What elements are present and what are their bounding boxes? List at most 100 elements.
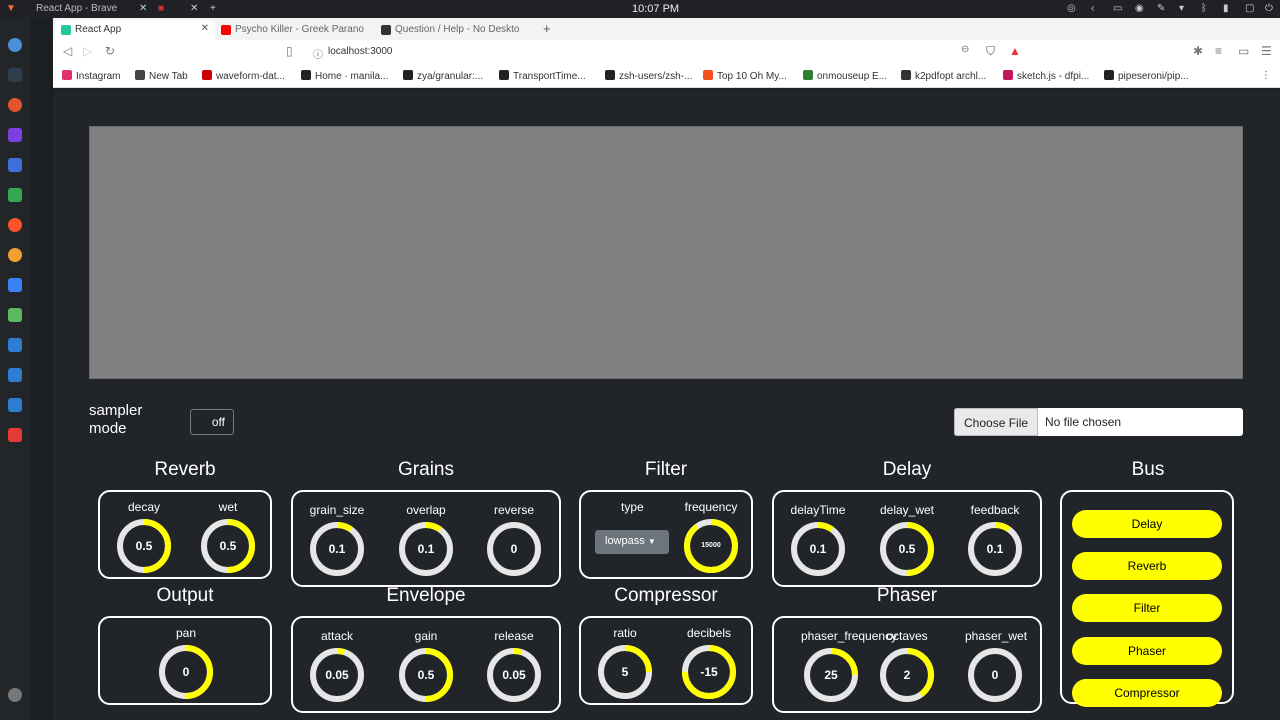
bookmark-item[interactable]: onmouseup E... [803,70,887,82]
firefox-icon[interactable] [8,98,22,112]
release-knob[interactable]: release 0.05 [484,629,544,703]
bus-reverb-button[interactable]: Reverb [1072,552,1222,580]
bus-filter-button[interactable]: Filter [1072,594,1222,622]
window-icon[interactable]: ▢ [1245,3,1254,14]
close-icon[interactable]: ✕ [139,3,147,14]
info-icon[interactable]: ⓘ [313,46,323,61]
delay-time-knob[interactable]: delayTime 0.1 [788,503,848,577]
playlist-icon[interactable]: ≡ [1215,44,1222,58]
tab-react-app[interactable]: React App ✕ [55,20,215,40]
extensions-icon[interactable]: ✱ [1193,44,1203,58]
brave-icon[interactable] [8,218,22,232]
tab-youtube[interactable]: Psycho Killer - Greek Parano [215,20,373,40]
wifi-icon[interactable]: ▾ [1179,3,1184,14]
network-icon[interactable] [8,308,22,322]
reverse-knob[interactable]: reverse 0 [484,503,544,577]
bookmark-item[interactable]: pipeseroni/pip... [1104,70,1189,82]
menu-icon[interactable]: ☰ [1261,44,1272,58]
screen-icon[interactable]: ▭ [1113,3,1122,14]
rewards-icon[interactable]: ▲ [1009,44,1021,58]
knob-label: delayTime [790,503,846,517]
frequency-knob[interactable]: frequency 15000 [681,500,741,574]
bus-phaser-button[interactable]: Phaser [1072,637,1222,665]
reload-icon[interactable]: ↻ [105,44,115,58]
address-bar[interactable]: ⓘ localhost:3000 [303,43,983,61]
sampler-mode-label: sampler mode [89,402,143,437]
caret-down-icon: ▼ [647,537,656,546]
grain-size-knob[interactable]: grain_size 0.1 [307,503,367,577]
delay-wet-knob[interactable]: delay_wet 0.5 [877,503,937,577]
bookmark-item[interactable]: Home · manila... [301,70,388,82]
power-icon[interactable]: ⏻ [1265,3,1273,14]
bookmark-item[interactable]: Top 10 Oh My... [703,70,787,82]
github-icon [901,70,911,80]
zoom-icon[interactable]: ⊖ [961,44,969,55]
choose-file-button[interactable]: Choose File [954,408,1038,436]
plus-icon[interactable]: + [210,3,216,14]
octaves-knob[interactable]: octaves 2 [877,629,937,703]
bookmark-label: Top 10 Oh My... [717,71,787,82]
app-icon[interactable] [8,128,22,142]
bookmark-item[interactable]: k2pdfopt archl... [901,70,986,82]
folder-icon[interactable] [8,398,22,412]
chrome-icon[interactable] [8,248,22,262]
app-icon[interactable] [8,428,22,442]
decay-knob[interactable]: decay 0.5 [114,500,174,574]
settings-icon[interactable] [8,688,22,702]
wallet-icon[interactable]: ▭ [1238,44,1249,58]
files-icon[interactable] [8,158,22,172]
sampler-mode-toggle[interactable]: off [190,409,234,435]
box-icon[interactable] [8,278,22,292]
terminal-icon[interactable] [8,68,22,82]
knob-value: 0.05 [502,668,526,682]
pan-knob[interactable]: pan 0 [156,626,216,700]
tab-label: Question / Help - No Deskto [395,24,520,35]
back-icon[interactable]: ◁ [63,44,72,58]
media-icon[interactable] [8,188,22,202]
bluetooth-icon[interactable]: ᛒ [1201,3,1207,14]
bookmark-item[interactable]: New Tab [135,70,188,82]
folder-icon[interactable] [8,368,22,382]
back-icon[interactable]: ‹ [1091,3,1094,14]
waveform-display[interactable] [89,126,1243,379]
bookmark-item[interactable]: zya/granular:... [403,70,483,82]
close-icon[interactable]: ✕ [201,23,209,34]
filter-panel: type lowpass ▼ frequency 15000 [579,490,753,579]
close-icon[interactable]: ✕ [190,3,198,14]
wet-knob[interactable]: wet 0.5 [198,500,258,574]
bookmark-item[interactable]: Instagram [62,70,120,82]
file-input[interactable]: Choose File No file chosen [954,408,1243,436]
battery-icon[interactable]: ▮ [1223,3,1229,14]
phaser-wet-knob[interactable]: phaser_wet 0 [965,629,1027,703]
bookmark-item[interactable]: TransportTime... [499,70,586,82]
filter-type-select[interactable]: lowpass ▼ [595,530,669,554]
bus-delay-button[interactable]: Delay [1072,510,1222,538]
new-tab-button[interactable]: + [543,21,551,36]
pen-icon[interactable]: ✎ [1157,3,1165,14]
attack-knob[interactable]: attack 0.05 [307,629,367,703]
phaser-frequency-knob[interactable]: phaser_frequency 25 [801,629,898,703]
tab-question[interactable]: Question / Help - No Deskto [375,20,535,40]
gain-knob[interactable]: gain 0.5 [396,629,456,703]
feedback-knob[interactable]: feedback 0.1 [965,503,1025,577]
app-icon[interactable]: ■ [158,3,164,14]
shield-icon[interactable]: ⛉ [986,44,995,59]
bookmark-item[interactable]: sketch.js - dfpi... [1003,70,1089,82]
more-bookmarks-icon[interactable]: ⋮ [1261,70,1271,81]
knob-label: delay_wet [879,503,935,517]
brave-icon[interactable]: ▼ [6,3,16,14]
knob-label: phaser_frequency [801,629,898,643]
bookmark-label: onmouseup E... [817,71,888,82]
forward-icon[interactable]: ▷ [83,44,92,58]
bus-compressor-button[interactable]: Compressor [1072,679,1222,707]
overlap-knob[interactable]: overlap 0.1 [396,503,456,577]
tray-icon[interactable]: ◎ [1067,3,1076,14]
folder-icon[interactable] [8,338,22,352]
launcher-icon[interactable] [8,38,22,52]
ratio-knob[interactable]: ratio 5 [595,626,655,700]
bookmark-item[interactable]: zsh-users/zsh-... [605,70,692,82]
bookmark-icon[interactable]: ▯ [286,44,293,58]
record-icon[interactable]: ◉ [1135,3,1144,14]
decibels-knob[interactable]: decibels -15 [679,626,739,700]
bookmark-item[interactable]: waveform-dat... [202,70,285,82]
